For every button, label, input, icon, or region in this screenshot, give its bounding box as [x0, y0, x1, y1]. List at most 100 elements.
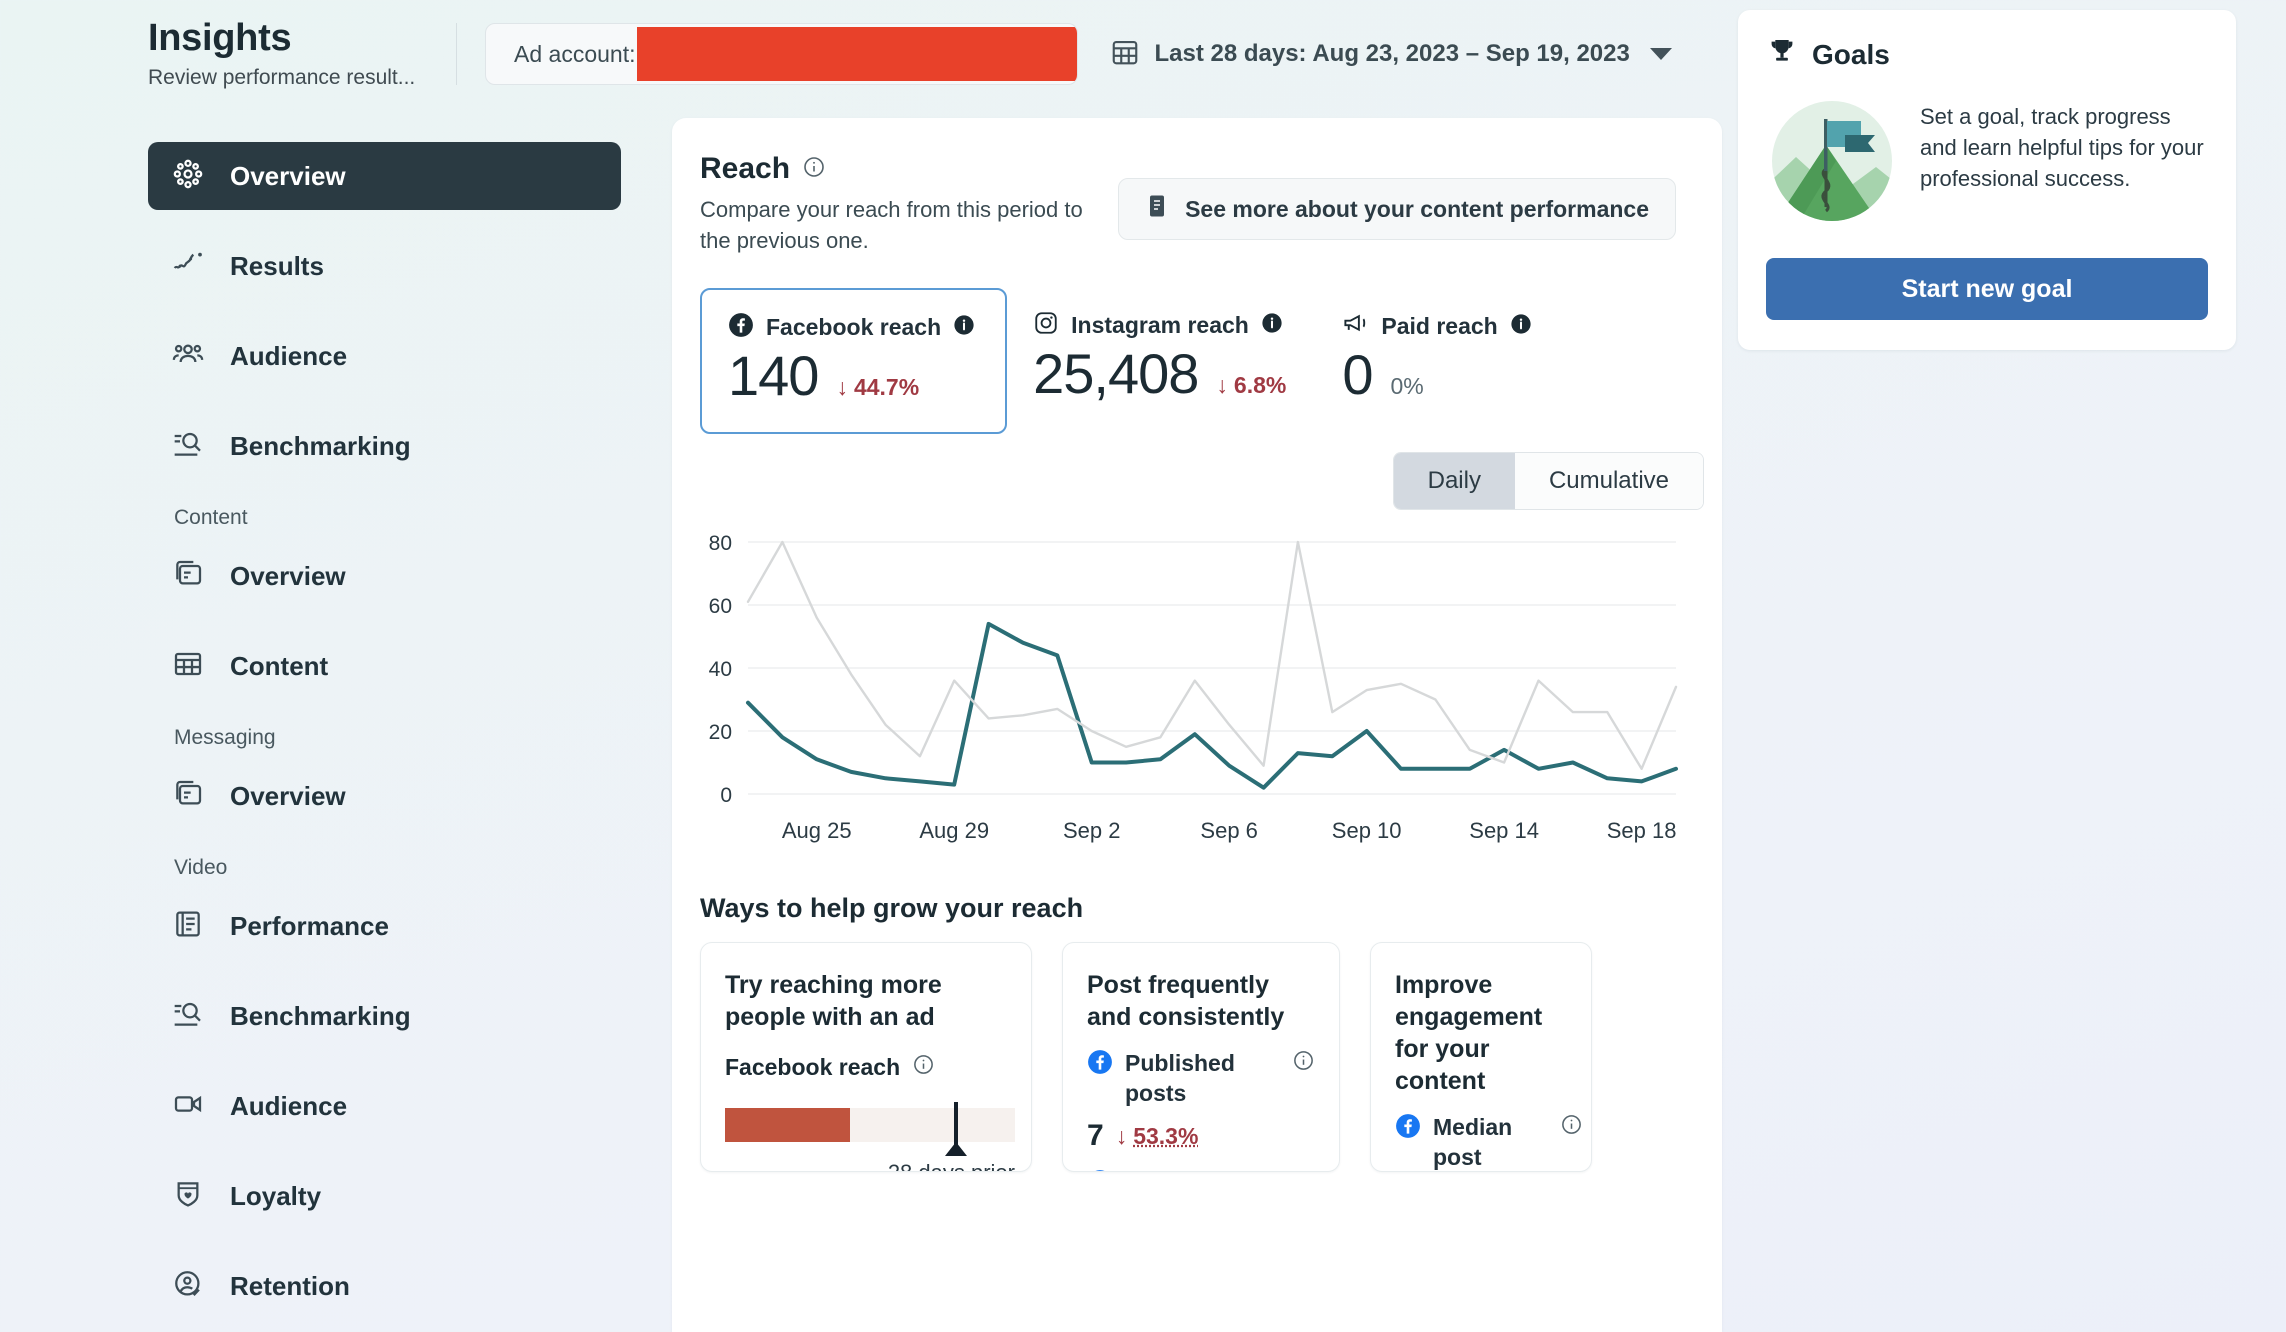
- sidebar-item-video-audience[interactable]: Audience: [148, 1072, 621, 1140]
- page-header: Insights Review performance result... Ad…: [0, 0, 1737, 108]
- sidebar-group-earnings: Earnings: [148, 1320, 668, 1332]
- instagram-icon: [1033, 310, 1059, 341]
- grow-card-post-frequently[interactable]: Post frequently and consistently Publish…: [1062, 942, 1340, 1173]
- info-icon[interactable]: [1560, 1113, 1583, 1144]
- svg-text:Sep 14: Sep 14: [1469, 818, 1539, 843]
- page-subtitle: Review performance result...: [148, 65, 416, 89]
- reach-header: Reach Compare your reach from this perio…: [672, 152, 1722, 256]
- sidebar-item-results[interactable]: Results: [148, 232, 621, 300]
- metric-tile-header: Paid reach: [1342, 310, 1531, 342]
- arrow-down-icon: ↓: [1216, 372, 1228, 399]
- grow-card-heading: Post frequently and consistently: [1087, 971, 1285, 1032]
- sidebar-item-label: Loyalty: [230, 1180, 322, 1211]
- sidebar-item-messaging-overview[interactable]: Overview: [148, 762, 621, 830]
- reach-card: Reach Compare your reach from this perio…: [672, 118, 1722, 1332]
- grow-metric-delta: ↓ 53.3%: [1116, 1123, 1199, 1150]
- info-icon[interactable]: [1292, 1169, 1315, 1172]
- table-icon: [172, 648, 204, 685]
- svg-text:40: 40: [709, 658, 732, 681]
- info-icon[interactable]: [953, 314, 975, 341]
- metric-tile-instagram-reach[interactable]: Instagram reach 25,408 ↓ 6.8%: [1007, 288, 1316, 434]
- svg-text:Aug 25: Aug 25: [782, 818, 852, 843]
- grow-card-improve-engagement[interactable]: Improve engagement for your content Medi…: [1370, 942, 1592, 1173]
- see-more-label: See more about your content performance: [1185, 195, 1649, 222]
- reach-progress-bar: [725, 1102, 1015, 1157]
- goals-title: Goals: [1812, 38, 1890, 70]
- grow-metric-label: Published posts: [1125, 1050, 1235, 1107]
- metric-label: Paid reach: [1381, 312, 1498, 339]
- facebook-icon: [1087, 1169, 1113, 1172]
- svg-text:Aug 29: Aug 29: [919, 818, 989, 843]
- sidebar-item-video-benchmarking[interactable]: Benchmarking: [148, 982, 621, 1050]
- svg-text:20: 20: [709, 721, 732, 744]
- info-icon[interactable]: [802, 155, 826, 184]
- sidebar-item-label: Retention: [230, 1270, 350, 1301]
- goals-body: Set a goal, track progress and learn hel…: [1766, 95, 2208, 232]
- see-more-content-performance-button[interactable]: See more about your content performance: [1118, 178, 1676, 240]
- ad-account-label: Ad account:: [514, 40, 636, 67]
- reach-title-row: Reach: [700, 152, 1118, 186]
- svg-text:60: 60: [709, 595, 732, 618]
- facebook-icon: [728, 312, 754, 343]
- sidebar-item-content-overview[interactable]: Overview: [148, 542, 621, 610]
- sidebar-item-label: Overview: [230, 780, 346, 811]
- sidebar-item-label: Audience: [230, 340, 348, 371]
- metric-tile-header: Facebook reach: [728, 312, 975, 343]
- prior-period-marker-arrow: [945, 1142, 968, 1157]
- toggle-daily[interactable]: Daily: [1393, 453, 1515, 510]
- mountain-flag-illustration: [1766, 95, 1898, 232]
- metric-tile-paid-reach[interactable]: Paid reach 0 0%: [1316, 288, 1561, 434]
- metric-tile-facebook-reach[interactable]: Facebook reach 140 ↓ 44.7%: [700, 288, 1008, 435]
- grow-metric-row: Published posts: [1087, 1049, 1315, 1109]
- sidebar-item-video-retention[interactable]: Retention: [148, 1252, 621, 1320]
- sidebar-item-label: Overview: [230, 560, 346, 591]
- grow-metric-label: Published: [1125, 1169, 1280, 1171]
- grow-metric-delta-value: 53.3%: [1133, 1122, 1199, 1149]
- sidebar-item-label: Content: [230, 650, 329, 681]
- sidebar-item-label: Audience: [230, 1090, 348, 1121]
- info-icon[interactable]: [1261, 312, 1283, 339]
- date-range-selector[interactable]: Last 28 days: Aug 23, 2023 – Sep 19, 202…: [1110, 37, 1672, 72]
- grow-metric-row: Median post reactions, comments: [1395, 1113, 1581, 1171]
- metric-delta-value: 44.7%: [853, 374, 920, 401]
- metric-label: Instagram reach: [1071, 312, 1249, 339]
- info-icon[interactable]: [1510, 313, 1532, 340]
- sidebar-item-label: Benchmarking: [230, 1000, 411, 1031]
- sidebar-item-content[interactable]: Content: [148, 632, 621, 700]
- sidebar-item-video-loyalty[interactable]: Loyalty: [148, 1162, 621, 1230]
- grow-card-ad[interactable]: Try reaching more people with an ad Face…: [700, 942, 1032, 1173]
- page-title: Insights: [148, 17, 292, 60]
- start-new-goal-button[interactable]: Start new goal: [1766, 258, 2208, 320]
- facebook-icon: [1395, 1113, 1421, 1147]
- toggle-cumulative[interactable]: Cumulative: [1514, 453, 1703, 510]
- chart-mode-toggle-wrap: Daily Cumulative: [672, 452, 1722, 511]
- people-icon: [172, 338, 204, 375]
- reach-metric-tiles: Facebook reach 140 ↓ 44.7% Instagram rea…: [672, 288, 1722, 435]
- sidebar-item-audience[interactable]: Audience: [148, 322, 621, 390]
- metric-delta: 0%: [1391, 373, 1424, 400]
- metric-value: 0: [1342, 343, 1373, 407]
- grow-metric-label: Facebook reach: [725, 1054, 901, 1081]
- goals-panel: Goals Set a goal, track progress and lea…: [1738, 10, 2236, 350]
- info-icon[interactable]: [1292, 1049, 1315, 1080]
- ad-account-selector[interactable]: Ad account:: [485, 23, 1079, 85]
- magnifier-bars-icon: [172, 998, 204, 1035]
- sidebar-item-video-performance[interactable]: Performance: [148, 892, 621, 960]
- sidebar-group-video: Video: [174, 856, 228, 879]
- sidebar-item-label: Overview: [230, 160, 346, 191]
- hub-icon: [172, 158, 204, 195]
- sidebar-item-benchmarking[interactable]: Benchmarking: [148, 412, 621, 480]
- line-chart-icon: [172, 248, 204, 285]
- grow-section-title: Ways to help grow your reach: [700, 893, 1084, 924]
- sidebar-item-overview[interactable]: Overview: [148, 142, 621, 210]
- reach-description: Compare your reach from this period to t…: [700, 197, 1083, 254]
- cards-icon: [172, 778, 204, 815]
- grow-card-heading: Improve engagement for your content: [1395, 971, 1543, 1096]
- metric-delta-value: 0%: [1390, 373, 1424, 400]
- info-icon[interactable]: [912, 1053, 935, 1082]
